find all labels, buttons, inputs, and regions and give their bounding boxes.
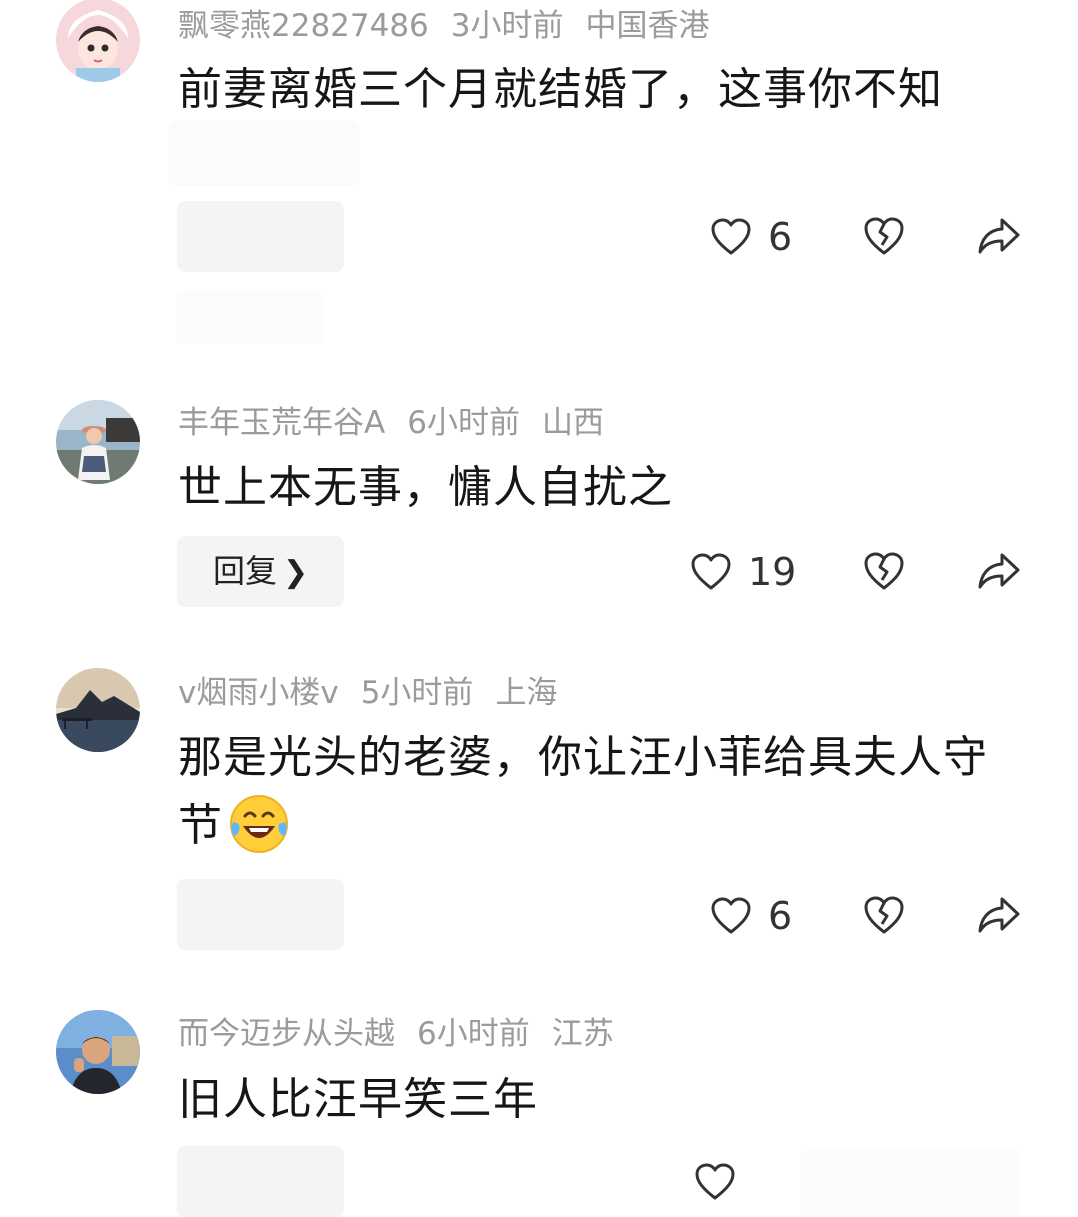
timestamp: 6小时前: [407, 405, 520, 441]
dislike-button[interactable]: [862, 215, 906, 257]
comment-meta: 飘零燕22827486 3小时前 中国香港: [178, 6, 732, 46]
timestamp: 5小时前: [360, 675, 474, 711]
timestamp: 6小时前: [417, 1016, 530, 1052]
like-button[interactable]: [694, 1162, 736, 1202]
heart-outline-icon: [691, 553, 731, 590]
comment-item: 丰年玉荒年谷A 6小时前 山西 世上本无事，慵人自扰之 回复 ❯ 19: [0, 380, 1078, 660]
reply-button[interactable]: [177, 1146, 344, 1217]
comment-item: v烟雨小楼v 5小时前 上海 那是光头的老婆，你让汪小菲给具夫人守节 6: [0, 660, 1078, 1000]
dislike-button[interactable]: [862, 894, 906, 936]
chevron-right-icon: ❯: [283, 555, 309, 590]
location: 上海: [495, 675, 558, 711]
blurred-text: [168, 120, 360, 186]
reply-button[interactable]: [177, 201, 344, 272]
avatar[interactable]: [56, 1010, 140, 1094]
like-count: 19: [748, 550, 797, 594]
location: 中国香港: [585, 8, 710, 44]
avatar[interactable]: [56, 400, 140, 484]
dislike-button[interactable]: [862, 550, 906, 592]
broken-heart-icon: [864, 552, 904, 590]
share-button[interactable]: [976, 550, 1022, 592]
comment-item: 而今迈步从头越 6小时前 江苏 旧人比汪早笑三年: [0, 1000, 1078, 1217]
timestamp: 3小时前: [450, 8, 564, 44]
comment-item: 飘零燕22827486 3小时前 中国香港 前妻离婚三个月就结婚了，这事你不知 6: [0, 0, 1078, 380]
reply-button[interactable]: [177, 879, 344, 950]
share-button[interactable]: [976, 894, 1022, 936]
share-arrow-icon: [978, 553, 1020, 589]
username[interactable]: 而今迈步从头越: [178, 1016, 395, 1052]
comment-meta: v烟雨小楼v 5小时前 上海: [178, 673, 579, 713]
avatar[interactable]: [56, 668, 140, 752]
comment-text: 旧人比汪早笑三年: [178, 1074, 538, 1125]
comment-meta: 而今迈步从头越 6小时前 江苏: [178, 1014, 636, 1054]
reply-label: 回复: [213, 552, 278, 590]
avatar[interactable]: [56, 0, 140, 82]
heart-outline-icon: [711, 897, 751, 934]
location: 山西: [541, 405, 604, 441]
heart-outline-icon: [711, 218, 751, 255]
comment-text: 前妻离婚三个月就结婚了，这事你不知: [178, 64, 943, 115]
comment-text-content: 那是光头的老婆，你让汪小菲给具夫人守节: [178, 732, 988, 851]
comment-text: 那是光头的老婆，你让汪小菲给具夫人守节: [178, 724, 1018, 860]
laughing-tears-emoji: [230, 795, 288, 853]
heart-outline-icon: [695, 1163, 735, 1200]
broken-heart-icon: [864, 896, 904, 934]
blurred-action-area: [800, 1150, 1020, 1216]
comment-meta: 丰年玉荒年谷A 6小时前 山西: [178, 403, 626, 443]
share-arrow-icon: [978, 218, 1020, 254]
reply-button[interactable]: 回复 ❯: [177, 536, 344, 607]
broken-heart-icon: [864, 217, 904, 255]
comment-text: 世上本无事，慵人自扰之: [178, 462, 673, 513]
share-arrow-icon: [978, 897, 1020, 933]
location: 江苏: [551, 1016, 614, 1052]
like-button[interactable]: 6: [710, 894, 792, 938]
username[interactable]: 飘零燕22827486: [178, 8, 429, 44]
like-count: 6: [768, 894, 793, 938]
username[interactable]: v烟雨小楼v: [178, 675, 339, 711]
share-button[interactable]: [976, 215, 1022, 257]
blurred-reply: [176, 290, 324, 344]
username[interactable]: 丰年玉荒年谷A: [178, 405, 385, 441]
like-button[interactable]: 6: [710, 215, 792, 259]
like-count: 6: [768, 215, 793, 259]
like-button[interactable]: 19: [690, 550, 796, 594]
